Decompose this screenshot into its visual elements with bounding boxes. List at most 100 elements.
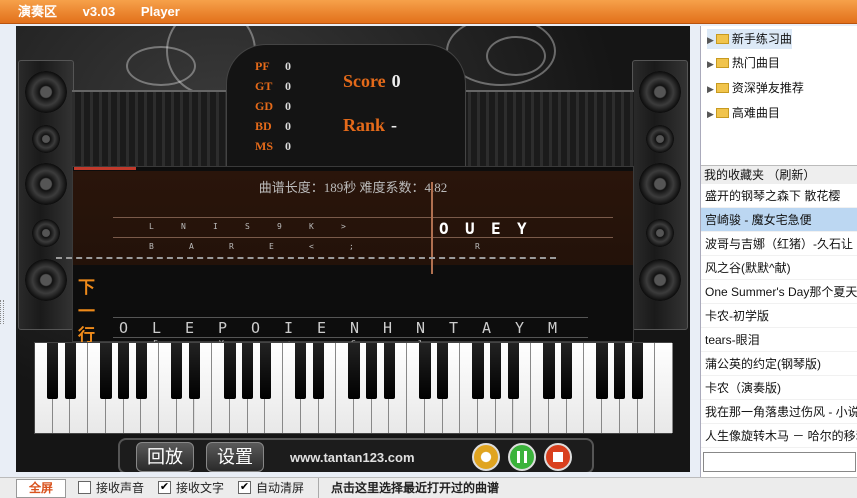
note-key: R [229,242,234,251]
note-key: < [309,242,314,251]
favorites-header[interactable]: 我的收藏夹 （刷新） [701,166,857,184]
favorite-song-item[interactable]: 我在那一角落患过伤风 - 小说 [701,400,857,424]
black-key[interactable] [312,343,325,399]
active-sub-key: R [475,242,480,251]
note-key: P [218,319,228,337]
left-speaker [18,60,74,330]
note-key: L [149,222,155,231]
black-key[interactable] [507,343,520,399]
stat-ms: MS 0 [255,139,291,153]
note-key: O [251,319,261,337]
favorite-song-item[interactable]: One Summer's Day那个夏天 [701,280,857,304]
favorite-song-item[interactable]: 宫崎骏 - 魔女宅急便 [701,208,857,232]
receive-sound-checkbox[interactable] [78,481,91,494]
black-key[interactable] [64,343,77,399]
expand-arrow-icon: ▶ [707,84,714,94]
folder-icon [715,34,729,44]
current-upper-keys: L N I S 9 K > [149,222,373,231]
pause-button[interactable] [508,443,536,471]
black-key[interactable] [419,343,431,399]
black-key[interactable] [596,343,608,399]
black-key[interactable] [631,343,644,399]
recent-scores-selector[interactable]: 点击这里选择最近打开过的曲谱 [318,478,698,498]
note-key: S [245,222,251,231]
note-key: O [119,319,129,337]
stat-gd: GD 0 [255,99,291,113]
speaker-cone [639,163,681,205]
speaker-cone [25,163,67,205]
black-key[interactable] [135,343,147,399]
app-version: v3.03 [82,4,116,19]
record-button[interactable] [472,443,500,471]
stat-pf: PF 0 [255,59,291,73]
note-key: E [491,219,501,238]
note-key: U [465,219,475,238]
black-key[interactable] [47,343,59,399]
stop-button[interactable] [544,443,572,471]
settings-button[interactable]: 设置 [206,442,264,472]
favorite-song-item[interactable]: 风之谷(默默^献) [701,256,857,280]
favorite-song-item[interactable]: 卡农-初学版 [701,304,857,328]
black-key[interactable] [295,343,307,399]
right-speaker [632,60,688,330]
staff-line [113,217,613,218]
black-key[interactable] [543,343,555,399]
site-url[interactable]: www.tantan123.com [290,450,415,465]
fullscreen-button[interactable]: 全屏 [16,479,66,498]
folder-icon [715,83,729,93]
note-key: Y [515,319,525,337]
black-key[interactable] [100,343,112,399]
note-key: M [548,319,558,337]
favorite-song-item[interactable]: 卡农（演奏版) [701,376,857,400]
piano-keyboard[interactable] [34,342,673,434]
black-key[interactable] [490,343,502,399]
favorite-song-item[interactable]: 盛开的钢琴之森下 散花樱 [701,184,857,208]
row-divider [56,257,556,259]
black-key[interactable] [436,343,449,399]
sidebar-input[interactable] [703,452,856,472]
black-key[interactable] [472,343,484,399]
note-key: L [152,319,162,337]
favorite-song-item[interactable]: 人生像旋转木马 － 哈尔的移动城堡 [701,424,857,448]
current-lower-keys: B A R E <; [149,242,389,251]
black-key[interactable] [259,343,272,399]
next-staff-line [113,337,588,338]
expand-arrow-icon: ▶ [707,59,714,69]
black-key[interactable] [383,343,396,399]
tree-item-recommended[interactable]: ▶ 资深弹友推荐 [707,78,804,98]
receive-sound-label: 接收声音 [96,481,145,495]
black-key[interactable] [188,343,201,399]
auto-clear-checkbox[interactable]: ✔ [238,481,251,494]
receive-text-checkbox[interactable]: ✔ [158,481,171,494]
score-display: Score 0 [343,71,401,91]
favorite-song-item[interactable]: 蒲公英的约定(钢琴版) [701,352,857,376]
black-key[interactable] [171,343,183,399]
tree-item-beginner[interactable]: ▶ 新手练习曲 [707,29,792,49]
note-key: 9 [277,222,283,231]
note-key: B [149,242,154,251]
favorite-song-item[interactable]: 波哥与吉娜（红猪）-久石让 [701,232,857,256]
tree-item-popular[interactable]: ▶ 热门曲目 [707,53,780,73]
current-row-area: 曲谱长度：189秒 难度系数：4.82 L N I S 9 K > B A R E <; OUEY … [73,171,633,265]
favorite-song-item[interactable]: tears-眼泪 [701,328,857,352]
black-key[interactable] [348,343,360,399]
tree-item-hard[interactable]: ▶ 高难曲目 [707,103,780,123]
note-key: E [185,319,195,337]
note-key: N [416,319,426,337]
folder-icon [715,108,729,118]
note-key: > [341,222,347,231]
black-key[interactable] [241,343,254,399]
black-key[interactable] [560,343,573,399]
pause-icon [517,451,527,463]
score-panel: PF 0 GT 0 GD 0 BD 0 MS 0 Score 0 Rank - [226,44,466,178]
decor-swirl [126,46,196,86]
black-key[interactable] [117,343,130,399]
note-key: O [439,219,449,238]
black-key[interactable] [366,343,378,399]
black-key[interactable] [224,343,236,399]
replay-button[interactable]: 回放 [136,442,194,472]
black-key[interactable] [614,343,626,399]
white-key[interactable] [655,343,673,433]
panel-resize-handle[interactable] [0,300,4,324]
note-key: A [189,242,194,251]
